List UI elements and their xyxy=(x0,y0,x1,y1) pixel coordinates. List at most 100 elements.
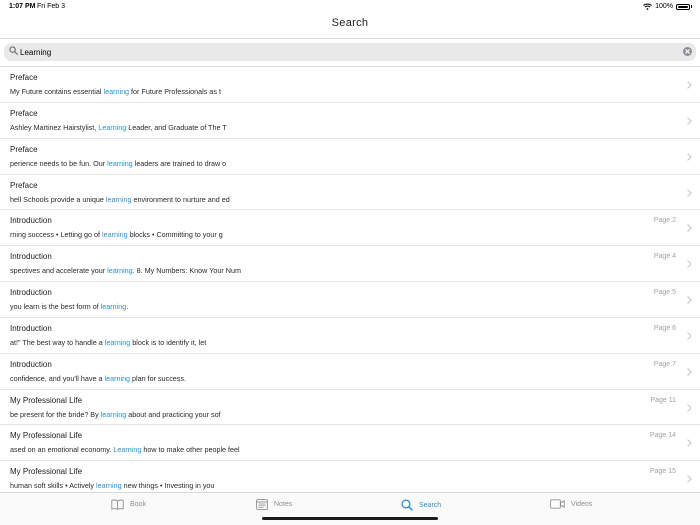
result-excerpt: perience needs to be fun. Our learning l… xyxy=(10,159,226,168)
excerpt-match-highlight: learning xyxy=(100,302,127,312)
result-chapter-title: My Professional Life xyxy=(10,395,83,405)
chevron-right-icon xyxy=(687,332,692,340)
search-result-row[interactable]: My Professional Life Page 11 be present fo… xyxy=(0,390,700,426)
result-page-number: Page 4 xyxy=(653,253,676,261)
excerpt-match-highlight: learning xyxy=(104,337,131,347)
search-result-row[interactable]: Introduction Page 7 confidence, and you'll… xyxy=(0,354,700,390)
chevron-right-icon xyxy=(687,439,692,448)
battery-icon xyxy=(676,3,690,10)
chevron-right-icon xyxy=(687,403,692,412)
home-indicator xyxy=(262,517,438,520)
search-results-list: Preface My Future contains essential lear… xyxy=(0,67,700,492)
excerpt-before: ased on an emotional economy. xyxy=(10,445,114,455)
excerpt-after: block is to identify it, let xyxy=(130,337,207,347)
chevron-right-icon xyxy=(687,152,692,161)
excerpt-match-highlight: learning xyxy=(105,194,132,204)
result-excerpt: ased on an emotional economy. Learning h… xyxy=(10,445,240,454)
excerpt-after: blocks • Committing to your g xyxy=(127,230,223,240)
search-result-row[interactable]: Introduction Page 4 spectives and accelera… xyxy=(0,246,700,283)
excerpt-before: human soft skills • Actively xyxy=(10,481,97,491)
book-icon xyxy=(111,499,124,510)
result-chapter-title: Introduction xyxy=(10,252,52,262)
result-excerpt: human soft skills • Actively learning ne… xyxy=(10,481,214,490)
wifi-icon xyxy=(643,3,652,10)
excerpt-before: confidence, and you'll have a xyxy=(10,373,105,383)
chevron-right-icon xyxy=(687,296,692,304)
excerpt-match-highlight: learning xyxy=(104,373,131,383)
tab-search-label: Search xyxy=(419,501,442,509)
tab-search[interactable]: Search xyxy=(401,499,441,511)
result-page-number: Page 6 xyxy=(653,324,676,332)
result-chapter-title: My Professional Life xyxy=(10,467,83,477)
status-date: Fri Feb 3 xyxy=(37,3,66,10)
excerpt-after: about and practicing your sof xyxy=(126,409,221,419)
result-excerpt: rning success • Letting go of learning b… xyxy=(10,230,223,239)
result-page-number: Page 11 xyxy=(650,396,676,404)
result-excerpt: hell Schools provide a unique learning e… xyxy=(10,195,230,204)
tab-notes[interactable]: Notes xyxy=(256,499,292,510)
tab-videos-label: Videos xyxy=(571,500,593,508)
result-page-number: Page 5 xyxy=(653,289,676,297)
result-excerpt: confidence, and you'll have a learning p… xyxy=(10,374,186,383)
tab-bar: Book Notes Search Videos xyxy=(0,492,700,525)
excerpt-after: for Future Professionals as t xyxy=(129,87,221,96)
excerpt-match-highlight: learning xyxy=(107,158,133,168)
result-chapter-title: Introduction xyxy=(10,288,52,298)
search-bar[interactable] xyxy=(4,43,696,61)
excerpt-match-highlight: Learning xyxy=(98,122,127,132)
battery-percent: 100% xyxy=(655,3,673,10)
excerpt-after: . xyxy=(126,302,129,312)
excerpt-after: . 8. My Numbers: Know Your Num xyxy=(132,266,241,276)
search-result-row[interactable]: Preface Ashley Martinez Hairstylist, Lear… xyxy=(0,103,700,139)
search-result-row[interactable]: Preface hell Schools provide a unique lea… xyxy=(0,175,700,211)
search-result-row[interactable]: Introduction Page 5 you learn is the best … xyxy=(0,282,700,318)
excerpt-after: environment to nurture and ed xyxy=(131,194,230,204)
result-chapter-title: Introduction xyxy=(10,359,52,369)
search-result-row[interactable]: Preface perience needs to be fun. Our lea… xyxy=(0,139,700,175)
result-excerpt: at!" The best way to handle a learning b… xyxy=(10,338,206,347)
nav-divider xyxy=(0,38,700,39)
search-result-row[interactable]: Preface My Future contains essential lear… xyxy=(0,67,700,103)
tab-book[interactable]: Book xyxy=(111,499,146,510)
result-chapter-title: Introduction xyxy=(10,323,52,333)
status-bar: 1:07 PM Fri Feb 3 100% xyxy=(0,0,700,14)
result-excerpt: you learn is the best form of learning. xyxy=(10,302,128,311)
excerpt-before: you learn is the best form of xyxy=(10,302,101,312)
result-chapter-title: Preface xyxy=(10,108,38,118)
excerpt-before: rning success • Letting go of xyxy=(10,230,103,240)
result-excerpt: My Future contains essential learning fo… xyxy=(10,87,221,96)
result-chapter-title: Preface xyxy=(10,144,38,154)
search-result-row[interactable]: My Professional Life Page 14 ased on an em… xyxy=(0,425,700,462)
status-time: 1:07 PM xyxy=(9,3,36,10)
excerpt-after: leaders are trained to draw o xyxy=(132,158,227,168)
result-excerpt: Ashley Martinez Hairstylist, Learning Le… xyxy=(10,123,227,132)
search-input[interactable] xyxy=(20,45,660,59)
chevron-right-icon xyxy=(687,224,692,233)
excerpt-before: be present for the bride? By xyxy=(10,409,101,419)
excerpt-before: My Future contains essential xyxy=(10,87,104,96)
status-right: 100% xyxy=(643,3,692,10)
search-result-row[interactable]: My Professional Life Page 15 human soft sk… xyxy=(0,461,700,492)
video-icon xyxy=(550,499,565,509)
excerpt-before: at!" The best way to handle a xyxy=(10,337,105,347)
search-result-row[interactable]: Introduction Page 2 rning success • Lettin… xyxy=(0,210,700,247)
result-page-number: Page 14 xyxy=(649,432,676,440)
excerpt-match-highlight: learning xyxy=(100,409,127,419)
excerpt-before: perience needs to be fun. Our xyxy=(10,158,108,168)
excerpt-match-highlight: learning xyxy=(102,230,128,240)
excerpt-match-highlight: learning xyxy=(96,481,122,491)
excerpt-after: Leader, and Graduate of The T xyxy=(126,122,227,132)
chevron-right-icon xyxy=(687,117,692,125)
tab-videos[interactable]: Videos xyxy=(550,499,592,509)
magnifier-icon xyxy=(9,46,18,55)
result-page-number: Page 2 xyxy=(653,217,676,225)
result-chapter-title: Preface xyxy=(10,180,38,190)
notes-icon xyxy=(256,499,268,510)
search-result-row[interactable]: Introduction Page 6 at!" The best way to h… xyxy=(0,318,700,354)
result-excerpt: spectives and accelerate your learning. … xyxy=(10,266,241,275)
excerpt-after: plan for success. xyxy=(130,373,186,383)
excerpt-match-highlight: learning xyxy=(107,266,133,276)
clear-search-icon[interactable] xyxy=(683,47,692,56)
tab-notes-label: Notes xyxy=(274,501,293,508)
chevron-right-icon xyxy=(687,475,692,483)
